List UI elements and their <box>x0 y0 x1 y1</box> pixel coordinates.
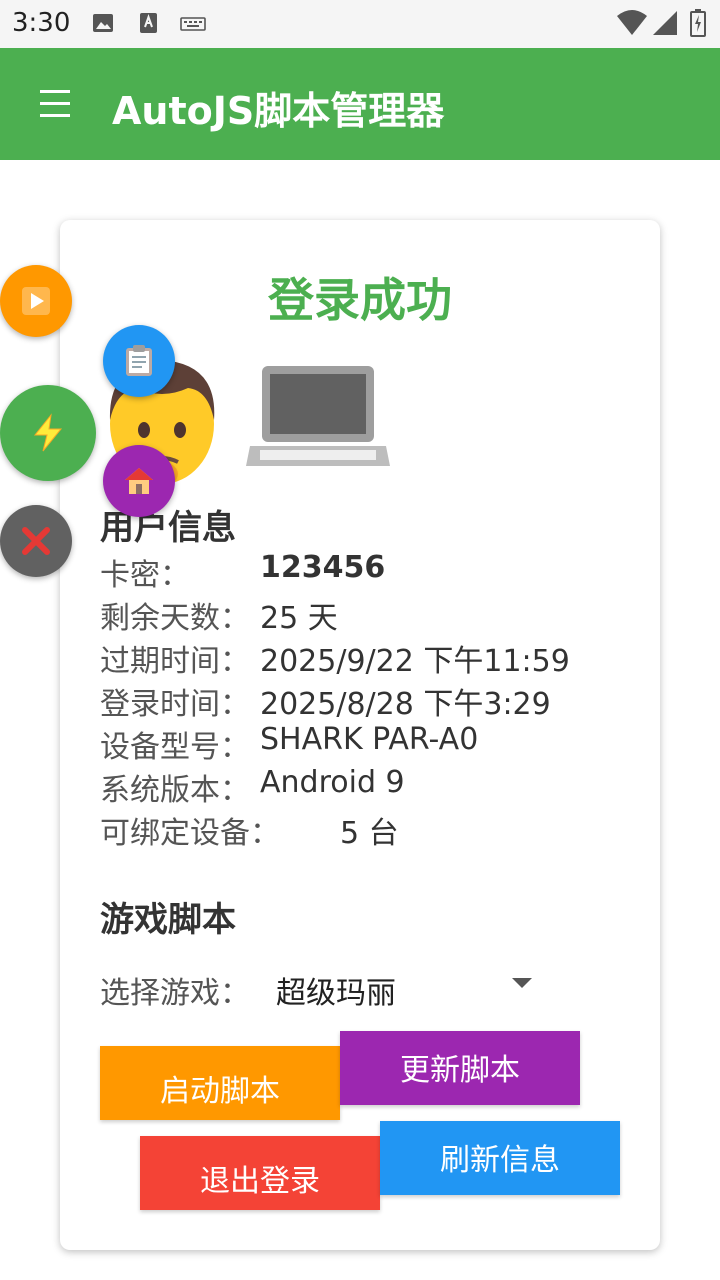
login-time-value: 2025/8/28 下午3:29 <box>260 687 551 722</box>
refresh-info-button[interactable]: 刷新信息 <box>380 1121 620 1195</box>
home-fab[interactable] <box>103 445 175 517</box>
card-key-value: 123456 <box>260 550 386 585</box>
remaining-days-value: 25 天 <box>260 601 338 636</box>
logout-button[interactable]: 退出登录 <box>140 1136 380 1210</box>
bindable-devices-row: 可绑定设备： 5 台 <box>100 808 399 852</box>
home-icon <box>125 468 153 494</box>
expire-time-label: 过期时间： <box>100 644 250 679</box>
device-model-label: 设备型号： <box>100 730 250 765</box>
lightning-fab[interactable] <box>0 385 96 481</box>
login-success-title: 登录成功 <box>268 273 452 327</box>
lightning-icon <box>33 413 63 452</box>
card-key-row: 卡密： 123456 <box>100 550 385 594</box>
select-game-label: 选择游戏： <box>100 976 250 1011</box>
wifi-icon <box>617 10 647 35</box>
update-script-button[interactable]: 更新脚本 <box>340 1031 580 1105</box>
close-fab[interactable] <box>0 505 72 577</box>
play-fab[interactable] <box>0 265 72 337</box>
system-version-label: 系统版本： <box>100 773 250 808</box>
remaining-days-label: 剩余天数： <box>100 601 250 636</box>
clipboard-icon <box>126 345 152 376</box>
dropdown-arrow-icon[interactable] <box>512 978 532 988</box>
status-time: 3:30 <box>12 8 71 38</box>
expire-time-value: 2025/9/22 下午11:59 <box>260 644 570 679</box>
device-model-value: SHARK PAR-A0 <box>260 722 479 757</box>
device-model-row: 设备型号： SHARK PAR-A0 <box>100 722 478 766</box>
close-icon <box>22 527 50 555</box>
system-version-value: Android 9 <box>260 765 405 800</box>
start-script-button[interactable]: 启动脚本 <box>100 1046 340 1120</box>
battery-icon <box>690 9 706 37</box>
bindable-devices-label: 可绑定设备： <box>100 816 280 851</box>
login-time-row: 登录时间： 2025/8/28 下午3:29 <box>100 679 551 723</box>
clipboard-fab[interactable] <box>103 325 175 397</box>
status-bar: 3:30 <box>0 0 720 48</box>
remaining-days-row: 剩余天数： 25 天 <box>100 593 338 637</box>
bindable-devices-value: 5 台 <box>340 816 399 851</box>
text-notification-icon <box>140 13 157 33</box>
game-script-heading: 游戏脚本 <box>100 900 236 940</box>
app-bar: AutoJS脚本管理器 <box>0 48 720 160</box>
app-title: AutoJS脚本管理器 <box>112 89 445 133</box>
card-key-label: 卡密： <box>100 558 190 593</box>
laptop-icon <box>246 366 390 466</box>
play-icon <box>22 287 50 315</box>
menu-icon[interactable] <box>40 90 72 118</box>
system-version-row: 系统版本： Android 9 <box>100 765 405 809</box>
keyboard-icon <box>180 17 206 31</box>
game-select[interactable]: 超级玛丽 <box>276 968 396 1012</box>
image-notification-icon <box>93 14 113 32</box>
expire-time-row: 过期时间： 2025/9/22 下午11:59 <box>100 636 570 680</box>
login-time-label: 登录时间： <box>100 687 250 722</box>
cellular-signal-icon <box>653 11 677 35</box>
